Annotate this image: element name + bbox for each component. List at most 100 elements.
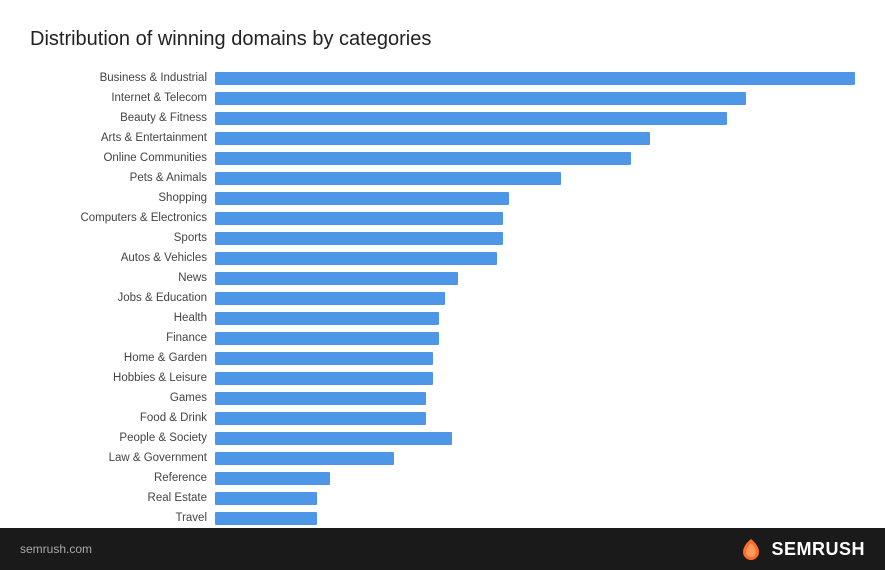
bar-row: News	[30, 269, 855, 287]
bar-fill	[215, 72, 855, 85]
bar-row: Hobbies & Leisure	[30, 369, 855, 387]
bar-row: Health	[30, 309, 855, 327]
bar-fill	[215, 492, 317, 505]
bar-row: Computers & Electronics	[30, 209, 855, 227]
bar-track	[215, 492, 855, 505]
bar-fill	[215, 212, 503, 225]
semrush-icon	[737, 537, 765, 561]
bar-row: Beauty & Fitness	[30, 109, 855, 127]
bar-row: Home & Garden	[30, 349, 855, 367]
bar-track	[215, 92, 855, 105]
bar-fill	[215, 92, 746, 105]
bar-track	[215, 372, 855, 385]
bar-track	[215, 112, 855, 125]
bar-row: Internet & Telecom	[30, 89, 855, 107]
bar-track	[215, 432, 855, 445]
bar-fill	[215, 192, 509, 205]
bar-fill	[215, 252, 497, 265]
bar-label: Reference	[30, 472, 215, 484]
bar-fill	[215, 332, 439, 345]
bar-fill	[215, 432, 452, 445]
bar-fill	[215, 512, 317, 525]
bar-row: Reference	[30, 469, 855, 487]
bar-row: Jobs & Education	[30, 289, 855, 307]
chart-area: Business & Industrial Internet & Telecom B…	[30, 69, 855, 528]
bar-label: Online Communities	[30, 152, 215, 164]
bar-row: Law & Government	[30, 449, 855, 467]
bar-row: Autos & Vehicles	[30, 249, 855, 267]
bar-fill	[215, 152, 631, 165]
bar-fill	[215, 452, 394, 465]
chart-container: Distribution of winning domains by categ…	[0, 0, 885, 528]
bar-fill	[215, 352, 433, 365]
bar-row: Games	[30, 389, 855, 407]
bar-label: Arts & Entertainment	[30, 132, 215, 144]
bar-row: Arts & Entertainment	[30, 129, 855, 147]
bar-label: People & Society	[30, 432, 215, 444]
bar-row: Business & Industrial	[30, 69, 855, 87]
bar-track	[215, 312, 855, 325]
bar-fill	[215, 132, 650, 145]
bar-track	[215, 512, 855, 525]
bar-label: Law & Government	[30, 452, 215, 464]
bar-label: Beauty & Fitness	[30, 112, 215, 124]
bar-label: Computers & Electronics	[30, 212, 215, 224]
bar-track	[215, 392, 855, 405]
bar-track	[215, 132, 855, 145]
bar-label: Sports	[30, 232, 215, 244]
bar-track	[215, 332, 855, 345]
footer-url: semrush.com	[20, 542, 92, 556]
bar-track	[215, 192, 855, 205]
bar-track	[215, 272, 855, 285]
bar-track	[215, 292, 855, 305]
bar-fill	[215, 412, 426, 425]
bar-label: Games	[30, 392, 215, 404]
bar-row: Pets & Animals	[30, 169, 855, 187]
bar-label: Health	[30, 312, 215, 324]
bar-fill	[215, 112, 727, 125]
semrush-brand-text: SEMRUSH	[771, 539, 865, 560]
bar-row: Sports	[30, 229, 855, 247]
bar-label: Travel	[30, 512, 215, 524]
bar-fill	[215, 232, 503, 245]
bar-track	[215, 212, 855, 225]
bar-label: Autos & Vehicles	[30, 252, 215, 264]
bar-label: Finance	[30, 332, 215, 344]
bar-row: People & Society	[30, 429, 855, 447]
bar-track	[215, 232, 855, 245]
bar-fill	[215, 172, 561, 185]
footer: semrush.com SEMRUSH	[0, 528, 885, 570]
bar-row: Online Communities	[30, 149, 855, 167]
bar-fill	[215, 312, 439, 325]
bar-fill	[215, 392, 426, 405]
bar-track	[215, 352, 855, 365]
bar-row: Food & Drink	[30, 409, 855, 427]
bar-label: Hobbies & Leisure	[30, 372, 215, 384]
bar-track	[215, 152, 855, 165]
bar-row: Real Estate	[30, 489, 855, 507]
semrush-logo: SEMRUSH	[737, 537, 865, 561]
bar-label: Jobs & Education	[30, 292, 215, 304]
bar-track	[215, 252, 855, 265]
bar-label: Pets & Animals	[30, 172, 215, 184]
bar-track	[215, 72, 855, 85]
bar-label: Real Estate	[30, 492, 215, 504]
bar-track	[215, 172, 855, 185]
bar-track	[215, 452, 855, 465]
bar-fill	[215, 272, 458, 285]
bar-fill	[215, 472, 330, 485]
bar-label: Business & Industrial	[30, 72, 215, 84]
bar-fill	[215, 292, 445, 305]
bar-fill	[215, 372, 433, 385]
bar-track	[215, 412, 855, 425]
bar-label: Internet & Telecom	[30, 92, 215, 104]
bar-label: Shopping	[30, 192, 215, 204]
chart-title: Distribution of winning domains by categ…	[30, 28, 855, 51]
bar-label: Home & Garden	[30, 352, 215, 364]
bar-label: News	[30, 272, 215, 284]
bar-track	[215, 472, 855, 485]
bar-row: Travel	[30, 509, 855, 527]
bar-row: Shopping	[30, 189, 855, 207]
bar-row: Finance	[30, 329, 855, 347]
bar-label: Food & Drink	[30, 412, 215, 424]
